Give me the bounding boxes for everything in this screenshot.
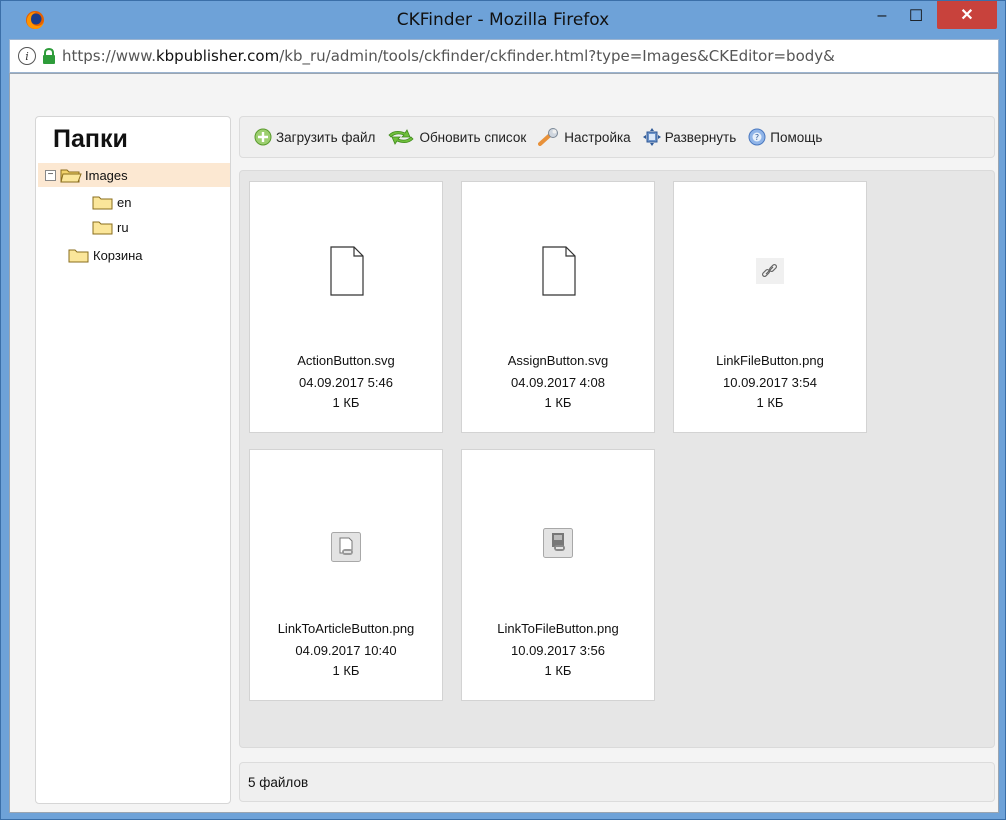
upload-icon — [254, 128, 272, 146]
file-tile[interactable]: AssignButton.svg 04.09.2017 4:08 1 КБ — [461, 181, 655, 433]
title-bar[interactable]: CKFinder - Mozilla Firefox – ☐ ✕ — [1, 1, 1005, 39]
file-name: AssignButton.svg — [507, 353, 609, 368]
file-date: 10.09.2017 3:54 — [723, 375, 817, 390]
close-icon: ✕ — [960, 7, 974, 24]
maximize-view-label: Развернуть — [664, 129, 737, 145]
window-title: CKFinder - Mozilla Firefox — [396, 10, 610, 30]
status-bar: 5 файлов — [239, 762, 995, 802]
folder-ru[interactable]: ru — [92, 215, 129, 239]
browser-window: CKFinder - Mozilla Firefox – ☐ ✕ i https… — [0, 0, 1006, 820]
maximize-view-icon — [642, 128, 661, 146]
link-icon — [756, 258, 784, 284]
upload-label: Загрузить файл — [276, 129, 376, 145]
close-button[interactable]: ✕ — [937, 1, 997, 29]
file-size: 1 КБ — [332, 663, 360, 678]
maximize-view-button[interactable]: Развернуть — [642, 128, 737, 146]
toolbar: Загрузить файл Обновить список Настройка — [239, 116, 995, 158]
folder-label: Images — [85, 167, 128, 183]
file-date: 04.09.2017 5:46 — [299, 375, 393, 390]
folder-icon — [92, 221, 113, 235]
refresh-button[interactable]: Обновить список — [387, 128, 526, 146]
file-name: LinkToArticleButton.png — [277, 621, 415, 636]
file-link-icon — [543, 528, 573, 558]
file-size: 1 КБ — [544, 663, 572, 678]
folders-title: Папки — [53, 125, 128, 153]
ckfinder-app: Папки − Images en ru Корзина Загрузить ф… — [9, 73, 999, 813]
upload-button[interactable]: Загрузить файл — [254, 128, 375, 146]
svg-text:?: ? — [755, 133, 759, 142]
file-count: 5 файлов — [248, 774, 309, 790]
file-tile[interactable]: LinkToFileButton.png 10.09.2017 3:56 1 К… — [461, 449, 655, 701]
file-name: LinkFileButton.png — [716, 353, 824, 368]
minimize-button[interactable]: – — [865, 1, 899, 30]
file-tile[interactable]: ActionButton.svg 04.09.2017 5:46 1 КБ — [249, 181, 443, 433]
lock-icon[interactable] — [42, 48, 56, 64]
folder-label: Корзина — [93, 247, 143, 263]
info-icon[interactable]: i — [18, 47, 36, 65]
folder-icon — [92, 196, 113, 210]
file-date: 04.09.2017 10:40 — [295, 643, 397, 658]
url-path: /kb_ru/admin/tools/ckfinder/ckfinder.htm… — [279, 47, 835, 65]
folder-trash[interactable]: Корзина — [68, 243, 143, 267]
maximize-button[interactable]: ☐ — [899, 1, 933, 30]
file-size: 1 КБ — [332, 395, 360, 410]
file-date: 04.09.2017 4:08 — [511, 375, 605, 390]
file-name: ActionButton.svg — [297, 353, 395, 368]
file-tile[interactable]: LinkFileButton.png 10.09.2017 3:54 1 КБ — [673, 181, 867, 433]
folders-panel: Папки − Images en ru Корзина — [35, 116, 231, 804]
folder-label: en — [117, 194, 132, 210]
folder-en[interactable]: en — [92, 190, 131, 214]
url-prefix: https://www. — [62, 47, 156, 65]
url-host: kbpublisher.com — [155, 47, 280, 65]
folder-images[interactable]: − Images — [38, 163, 230, 187]
collapse-toggle-icon[interactable]: − — [45, 169, 56, 181]
help-icon: ? — [748, 128, 766, 146]
settings-label: Настройка — [564, 129, 631, 145]
document-icon — [330, 246, 364, 296]
file-date: 10.09.2017 3:56 — [511, 643, 605, 658]
wrench-icon — [538, 128, 559, 146]
minimize-icon: – — [877, 6, 887, 24]
document-icon — [542, 246, 576, 296]
folder-icon — [68, 249, 89, 263]
folder-label: ru — [117, 219, 129, 235]
maximize-icon: ☐ — [908, 7, 924, 25]
refresh-icon — [388, 129, 415, 145]
file-size: 1 КБ — [756, 395, 784, 410]
help-button[interactable]: ? Помощь — [748, 128, 822, 146]
help-label: Помощь — [770, 129, 823, 145]
folder-open-icon — [60, 169, 82, 183]
file-name: LinkToFileButton.png — [497, 621, 619, 636]
files-panel: ActionButton.svg 04.09.2017 5:46 1 КБ As… — [239, 170, 995, 748]
file-size: 1 КБ — [544, 395, 572, 410]
settings-button[interactable]: Настройка — [538, 128, 631, 146]
file-tile[interactable]: LinkToArticleButton.png 04.09.2017 10:40… — [249, 449, 443, 701]
article-link-icon — [331, 532, 361, 562]
refresh-label: Обновить список — [419, 129, 527, 145]
address-bar[interactable]: i https://www. kbpublisher.com/kb_ru/admi… — [9, 39, 999, 73]
